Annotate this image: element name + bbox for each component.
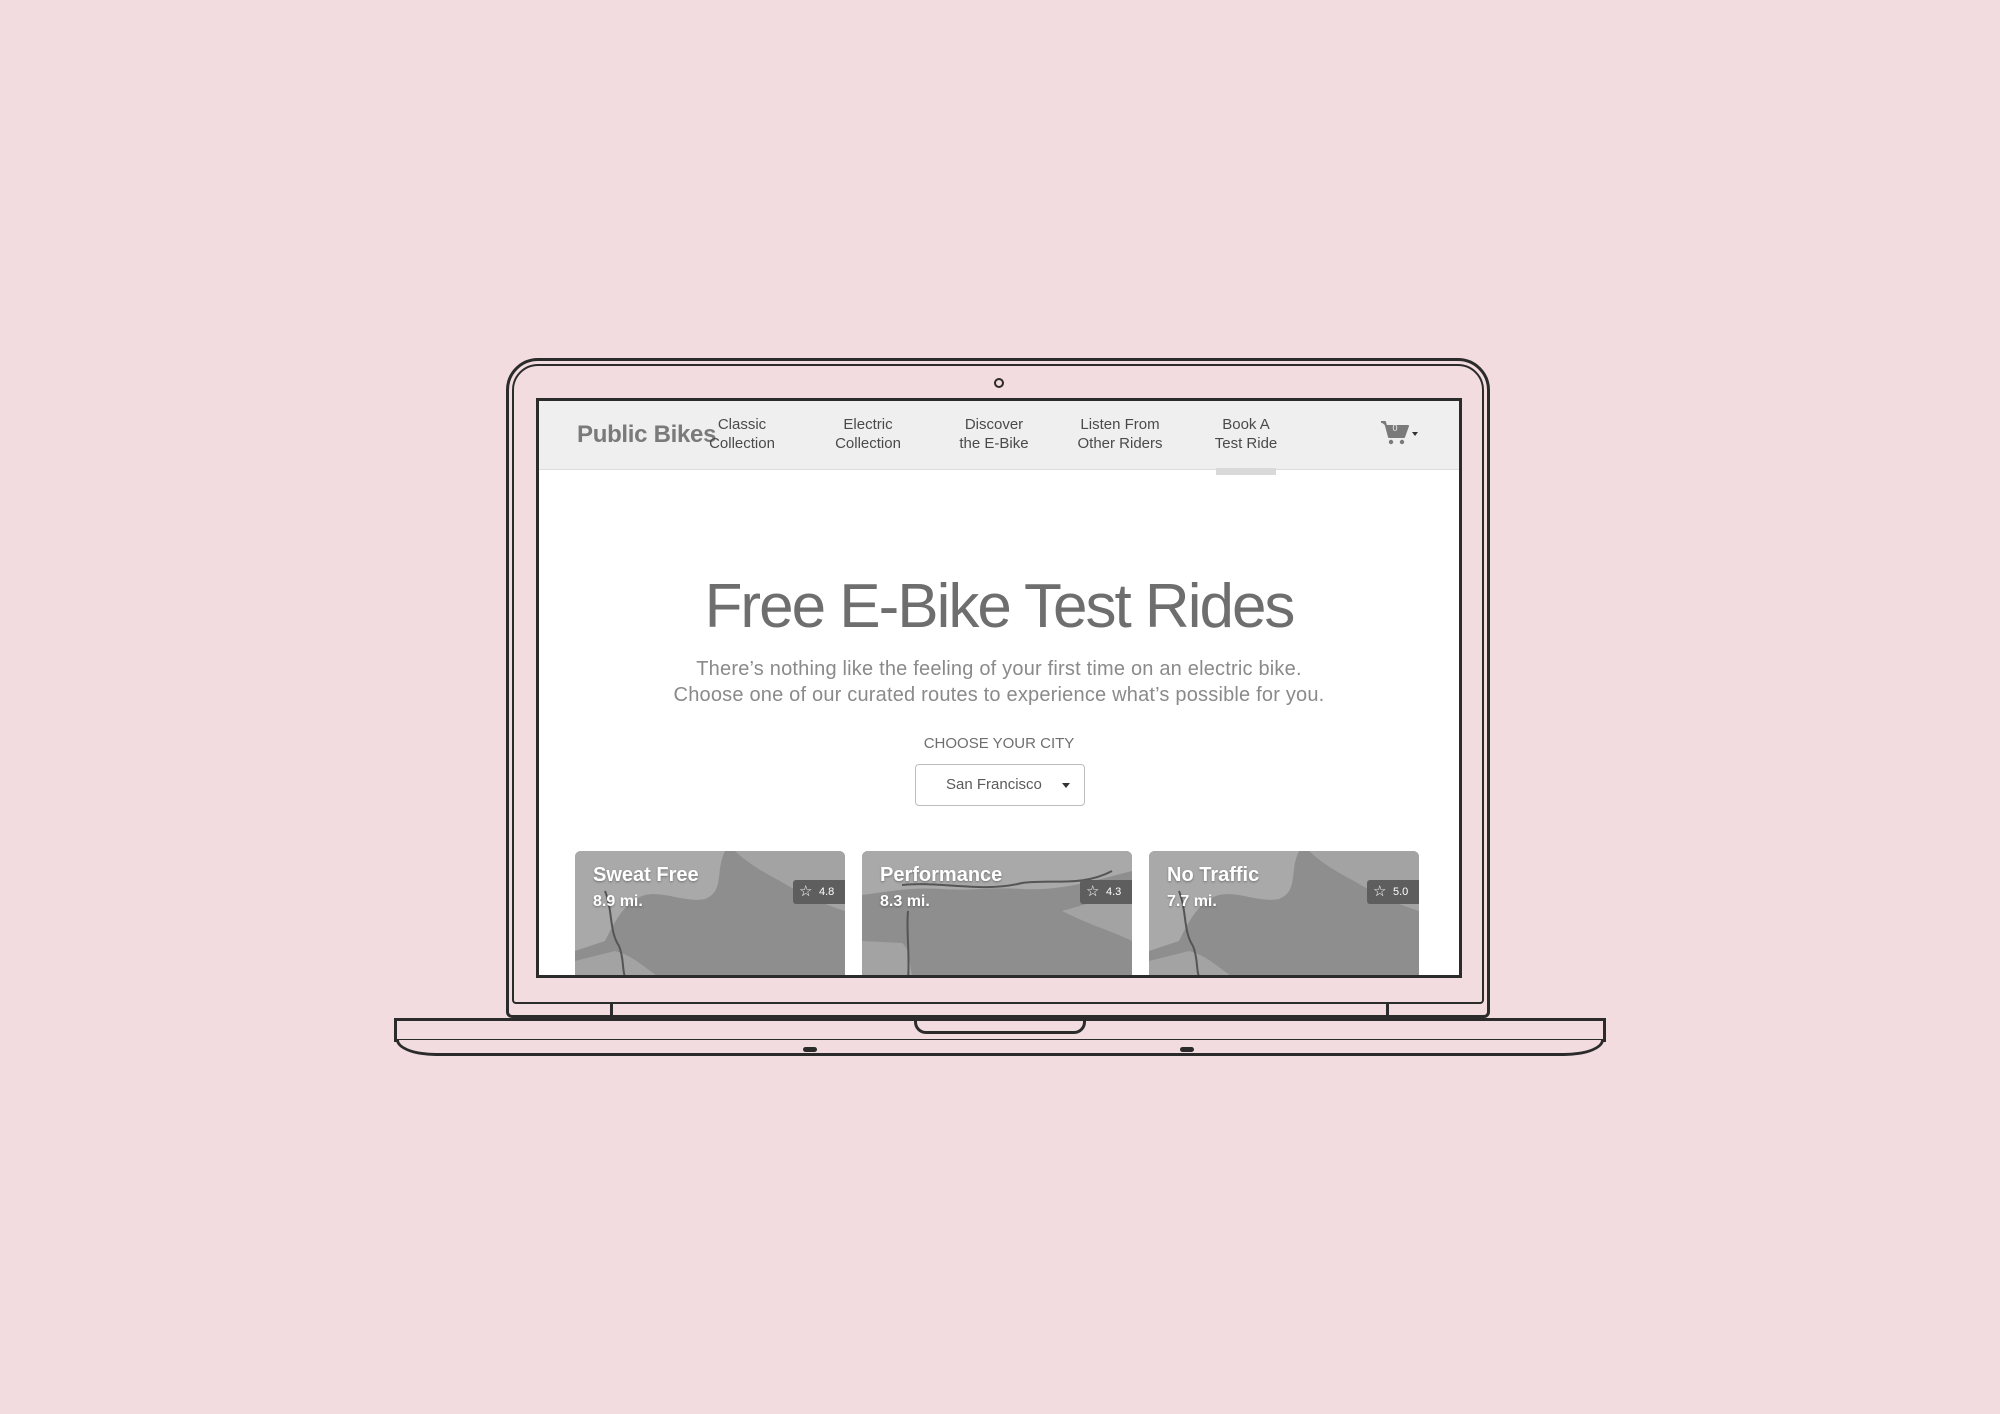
laptop-notch bbox=[914, 1018, 1086, 1034]
star-icon: ☆ bbox=[799, 883, 813, 900]
route-rating-badge: ☆ 4.8 bbox=[793, 880, 845, 904]
route-title: No Traffic bbox=[1167, 864, 1260, 886]
camera-icon bbox=[994, 378, 1004, 388]
route-distance: 8.9 mi. bbox=[593, 893, 643, 910]
route-card-sweat-free[interactable]: Sweat Free 8.9 mi. ☆ 4.8 bbox=[575, 851, 845, 975]
nav-item-electric-collection[interactable]: Electric Collection bbox=[813, 415, 923, 453]
route-distance: 7.7 mi. bbox=[1167, 893, 1217, 910]
route-card-performance[interactable]: Performance 8.3 mi. ☆ 4.3 bbox=[862, 851, 1132, 975]
route-distance: 8.3 mi. bbox=[880, 893, 930, 910]
subtitle-line-2: Choose one of our curated routes to expe… bbox=[673, 684, 1325, 706]
route-title: Sweat Free bbox=[593, 864, 699, 886]
star-icon: ☆ bbox=[1086, 883, 1100, 900]
laptop-hinge-left bbox=[610, 1002, 613, 1018]
laptop-screen: Public Bikes Classic Collection Electric… bbox=[536, 398, 1462, 978]
chevron-down-icon bbox=[1412, 432, 1418, 436]
subtitle-line-1: There’s nothing like the feeling of your… bbox=[696, 658, 1302, 680]
route-rating: 4.3 bbox=[1106, 886, 1122, 898]
city-dropdown-value: San Francisco bbox=[946, 776, 1042, 793]
city-label: CHOOSE YOUR CITY bbox=[923, 735, 1075, 752]
nav-item-classic-collection[interactable]: Classic Collection bbox=[687, 415, 797, 453]
cart-icon bbox=[1381, 421, 1418, 445]
city-dropdown[interactable]: San Francisco bbox=[915, 764, 1085, 806]
route-title: Performance bbox=[880, 864, 1003, 886]
nav-item-discover-ebike[interactable]: Discover the E-Bike bbox=[939, 415, 1049, 453]
route-rating-badge: ☆ 5.0 bbox=[1367, 880, 1419, 904]
page-title: Free E-Bike Test Rides bbox=[704, 572, 1296, 641]
laptop-base-bottom bbox=[396, 1040, 1604, 1056]
route-rating: 5.0 bbox=[1393, 886, 1409, 898]
nav-item-listen-riders[interactable]: Listen From Other Riders bbox=[1065, 415, 1175, 453]
cart-count: 0 bbox=[1392, 423, 1398, 433]
route-rating: 4.8 bbox=[819, 886, 835, 898]
laptop-foot-left bbox=[803, 1047, 817, 1052]
cart-button[interactable]: 0 bbox=[1380, 419, 1426, 449]
route-card-no-traffic[interactable]: No Traffic 7.7 mi. ☆ 5.0 bbox=[1149, 851, 1419, 975]
laptop-hinge-right bbox=[1386, 1002, 1389, 1018]
laptop-foot-right bbox=[1180, 1047, 1194, 1052]
route-rating-badge: ☆ 4.3 bbox=[1080, 880, 1132, 904]
chevron-down-icon bbox=[1062, 783, 1070, 788]
page-subtitle: There’s nothing like the feeling of your… bbox=[539, 656, 1459, 708]
navbar: Public Bikes Classic Collection Electric… bbox=[539, 401, 1459, 475]
nav-item-book-test-ride[interactable]: Book A Test Ride bbox=[1191, 415, 1301, 475]
star-icon: ☆ bbox=[1373, 883, 1387, 900]
